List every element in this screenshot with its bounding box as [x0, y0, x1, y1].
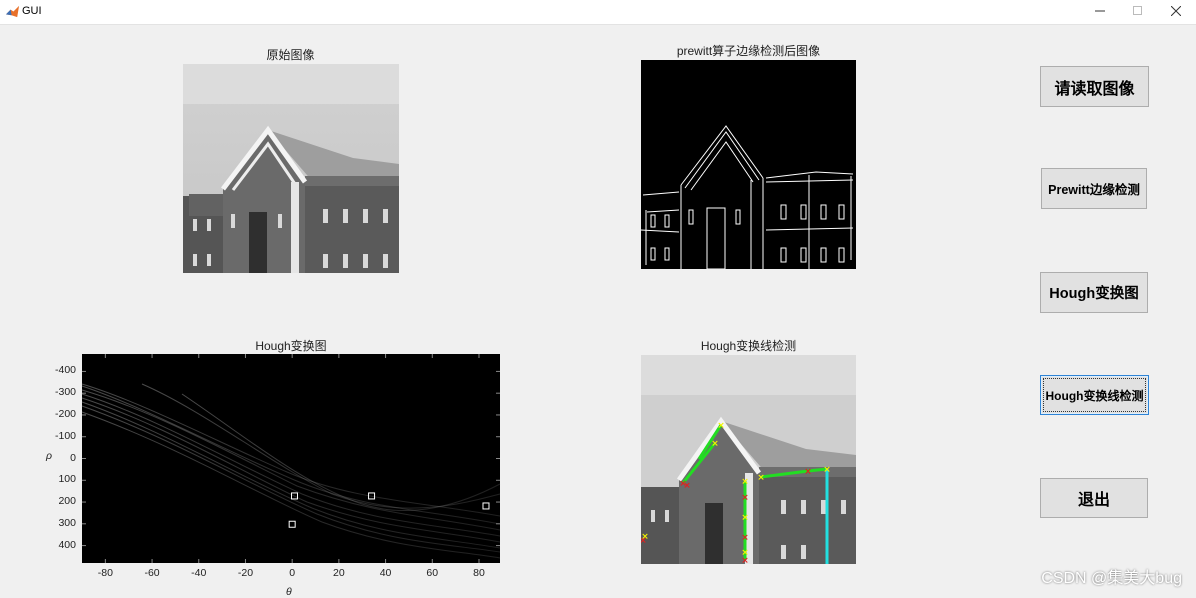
hough-ylabel: ρ: [46, 450, 53, 462]
hough-ytick-label: -200: [54, 407, 76, 420]
hough-xtick-label: 80: [473, 567, 485, 579]
hough-xtick-label: -80: [97, 567, 113, 579]
svg-text:×: ×: [717, 421, 725, 431]
maximize-button[interactable]: [1120, 0, 1156, 24]
svg-text:×: ×: [741, 533, 749, 543]
hough-xtick-label: -20: [237, 567, 254, 579]
original-image: [183, 64, 399, 273]
hough-chart: [81, 354, 501, 563]
maximize-icon: [1133, 6, 1142, 15]
close-button[interactable]: [1158, 0, 1194, 24]
hough-ytick-label: -100: [54, 429, 76, 442]
svg-text:×: ×: [641, 532, 649, 542]
minimize-button[interactable]: [1082, 0, 1118, 24]
hough-plot: -80 -60 -40 -20 0 20 40 60 80 -400 -300 -200 -100 0 10…: [46, 354, 501, 598]
minimize-icon: [1095, 10, 1105, 12]
hough-ytick-label: -400: [54, 364, 76, 377]
watermark: CSDN @集美大bug: [1041, 570, 1182, 587]
hough-xtick-label: 40: [379, 567, 392, 579]
svg-text:×: ×: [804, 467, 812, 477]
hough-xtick-label: 20: [333, 567, 345, 579]
close-icon: [1171, 6, 1181, 16]
hough-ytick-label: 0: [70, 451, 76, 464]
read-image-button[interactable]: 请读取图像: [1040, 66, 1149, 107]
lines-image-title: Hough变换线检测: [700, 339, 797, 353]
hough-xtick-label: -40: [191, 567, 207, 579]
hough-title: Hough变换图: [255, 339, 327, 353]
hough-transform-button[interactable]: Hough变换图: [1040, 272, 1148, 313]
hough-ytick-label: 300: [58, 516, 76, 529]
hough-xtick-label: 60: [426, 567, 439, 579]
edge-image-title: prewitt算子边缘检测后图像: [676, 44, 821, 58]
hough-xtick-label: 0: [289, 567, 296, 579]
exit-button[interactable]: 退出: [1040, 478, 1148, 518]
svg-text:×: ×: [741, 556, 749, 564]
svg-text:×: ×: [683, 481, 691, 491]
svg-text:×: ×: [741, 513, 749, 523]
svg-text:×: ×: [741, 493, 749, 503]
window-titlebar: GUI: [0, 0, 1196, 25]
lines-image: × × × × × × × × × × × × × × ×: [641, 355, 856, 564]
original-image-title: 原始图像: [266, 48, 315, 62]
svg-text:×: ×: [741, 477, 749, 487]
edge-image: [641, 60, 856, 269]
prewitt-edge-button[interactable]: Prewitt边缘检测: [1041, 168, 1147, 209]
hough-lines-button[interactable]: Hough变换线检测: [1040, 375, 1149, 415]
matlab-icon: [5, 5, 20, 18]
hough-xlabel: θ: [286, 586, 292, 598]
hough-ytick-label: 200: [58, 495, 76, 508]
svg-text:×: ×: [711, 439, 719, 449]
hough-ytick-label: 100: [58, 473, 76, 486]
svg-text:×: ×: [757, 473, 765, 483]
hough-ytick-label: -300: [54, 386, 76, 399]
hough-ytick-label: 400: [58, 538, 76, 551]
svg-text:×: ×: [823, 465, 831, 475]
window-title: GUI: [22, 5, 42, 17]
hough-xtick-label: -60: [144, 567, 160, 579]
